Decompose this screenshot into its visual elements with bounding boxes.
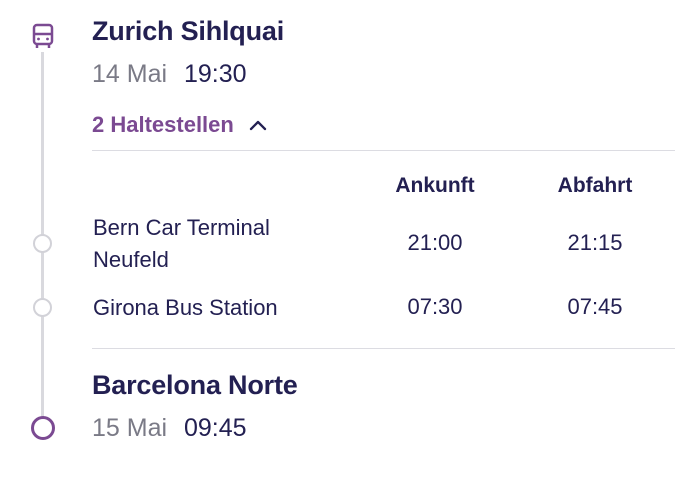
bus-icon [29, 22, 57, 50]
destination-marker [31, 416, 55, 440]
stop-2-name: Girona Bus Station [93, 295, 278, 320]
stop-1-name: Bern Car Terminal Neufeld [93, 212, 270, 276]
origin-station-name: Zurich Sihlquai [92, 16, 285, 46]
trip-itinerary: Zurich Sihlquai 14 Mai 19:30 2 Haltestel… [0, 0, 688, 478]
arrival-column-header: Ankunft [395, 174, 475, 197]
departure-column-header: Abfahrt [557, 174, 633, 197]
stop-2-arrival: 07:30 [407, 294, 463, 319]
chevron-up-icon [248, 118, 268, 132]
destination-time: 09:45 [184, 414, 247, 442]
stop-2-departure: 07:45 [567, 294, 623, 319]
origin-date: 14 Mai [92, 60, 168, 88]
stop-1-arrival: 21:00 [407, 230, 463, 255]
stop-1-name-line1: Bern Car Terminal [93, 215, 270, 240]
destination-date: 15 Mai [92, 414, 168, 442]
origin-time: 19:30 [184, 60, 247, 88]
stop-1-name-line2: Neufeld [93, 247, 169, 272]
stop-1-departure: 21:15 [567, 230, 623, 255]
destination-station-name: Barcelona Norte [92, 370, 298, 400]
stops-divider-top [92, 150, 675, 151]
stops-toggle-label: 2 Haltestellen [92, 112, 234, 137]
stops-divider-bottom [92, 348, 675, 349]
stops-toggle-button[interactable]: 2 Haltestellen [92, 114, 268, 136]
stop-1-marker [33, 234, 52, 253]
stop-2-marker [33, 298, 52, 317]
